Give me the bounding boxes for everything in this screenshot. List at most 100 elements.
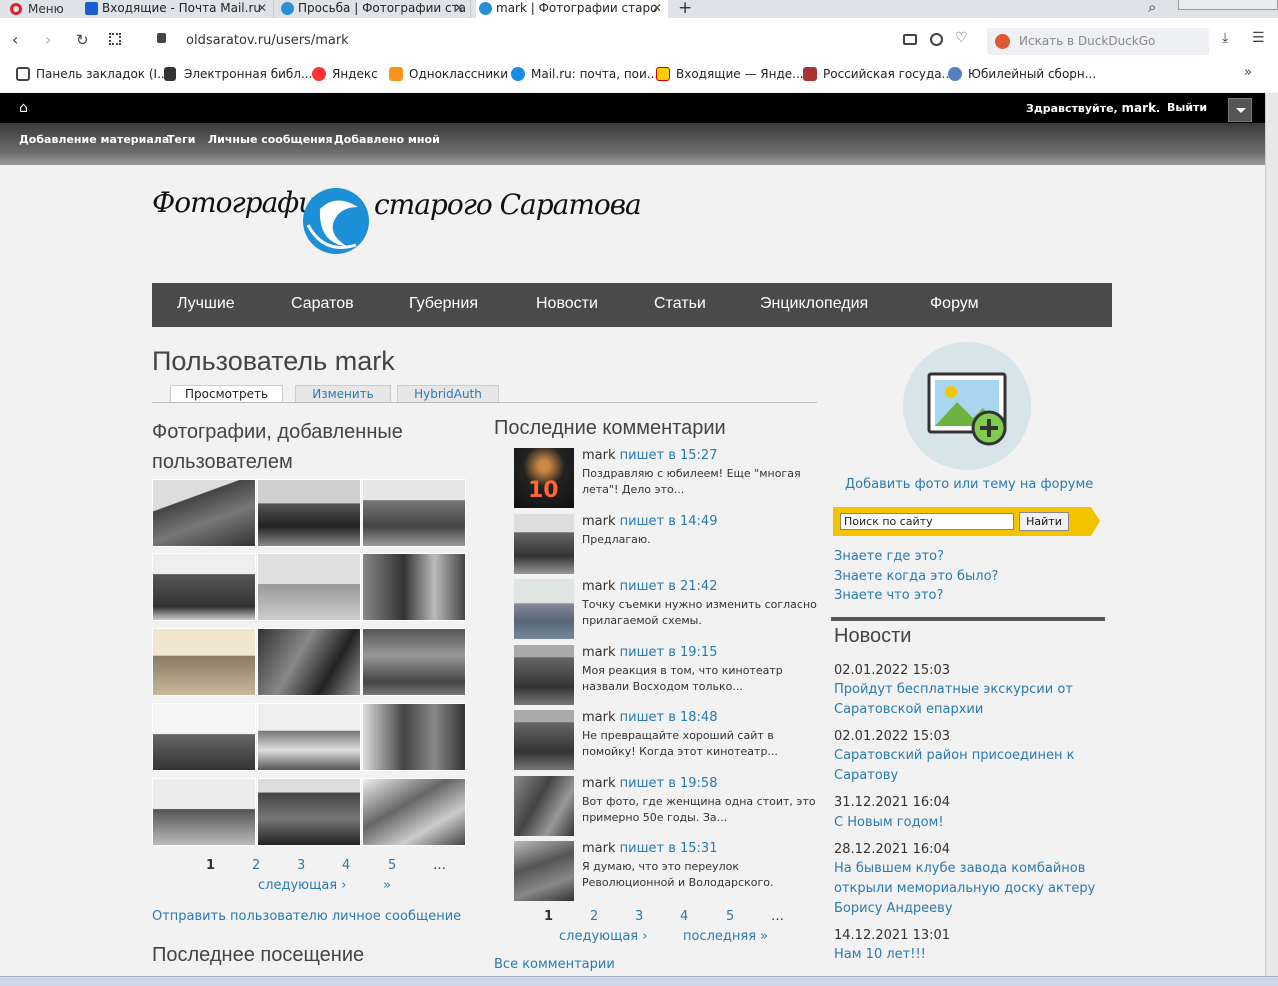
news-link[interactable]: Нам 10 лет!!! <box>834 945 1104 965</box>
photo-thumbnail[interactable] <box>362 479 466 547</box>
bookmark-item[interactable]: Mail.ru: почта, пои... <box>509 63 658 85</box>
search-tabs-icon[interactable]: ⌕ <box>1148 0 1156 16</box>
photo-thumbnail[interactable] <box>257 703 361 771</box>
nav-forum[interactable]: Форум <box>930 295 979 313</box>
add-photo-link[interactable]: Добавить фото или тему на форуме <box>845 477 1093 492</box>
subnav-added-by-me[interactable]: Добавлено мной <box>334 133 440 146</box>
photo-thumbnail[interactable] <box>152 703 256 771</box>
block-ads-icon[interactable] <box>930 33 943 46</box>
new-tab-button[interactable]: + <box>678 0 692 18</box>
reload-icon[interactable]: ↻ <box>76 31 89 49</box>
tab-hybridauth[interactable]: HybridAuth <box>397 385 499 403</box>
quiz-where-link[interactable]: Знаете где это? <box>834 549 944 564</box>
news-link[interactable]: На бывшем клубе завода комбайнов открыли… <box>834 859 1104 919</box>
photo-thumbnail[interactable] <box>362 778 466 846</box>
comment-author[interactable]: mark <box>582 448 616 463</box>
bookmark-item[interactable]: Юбилейный сборн... <box>946 63 1096 85</box>
nav-best[interactable]: Лучшие <box>177 295 235 313</box>
photo-thumbnail[interactable] <box>257 479 361 547</box>
close-tab-icon[interactable]: ✕ <box>257 0 267 17</box>
news-link[interactable]: Саратовский район присоединен к Саратову <box>834 746 1104 786</box>
comment-thumbnail[interactable] <box>514 645 574 705</box>
camera-icon[interactable] <box>903 34 917 45</box>
bookmark-item[interactable]: Российская госуда... <box>801 63 953 85</box>
back-icon[interactable]: ‹ <box>12 30 18 49</box>
comment-thumbnail[interactable] <box>514 776 574 836</box>
bookmark-item[interactable]: Панель закладок (I... <box>14 63 169 85</box>
comments-pager-page[interactable]: 3 <box>635 909 643 924</box>
photo-pager-next[interactable]: следующая › <box>258 878 346 893</box>
photo-thumbnail[interactable] <box>257 553 361 621</box>
comment-thumbnail[interactable]: 10 <box>514 448 574 508</box>
page-scrollbar[interactable] <box>1265 93 1278 976</box>
photo-pager-page[interactable]: 4 <box>342 858 350 873</box>
comments-pager-last[interactable]: последняя » <box>683 929 768 944</box>
toolbar-toggle[interactable] <box>1228 98 1252 122</box>
search-input[interactable]: Искать в DuckDuckGo <box>987 28 1209 55</box>
bookmark-item[interactable]: Яндекс <box>310 63 378 85</box>
tab-active-mark[interactable]: mark | Фотографии старо ✕ <box>476 0 668 18</box>
comment-link[interactable]: пишет <box>620 579 664 594</box>
comment-time[interactable]: в 19:58 <box>668 776 717 791</box>
subnav-messages[interactable]: Личные сообщения <box>208 133 333 146</box>
comments-pager-page[interactable]: 5 <box>726 909 734 924</box>
nav-saratov[interactable]: Саратов <box>291 295 354 313</box>
easy-setup-icon[interactable]: ☰ <box>1252 30 1265 46</box>
comment-thumbnail[interactable] <box>514 710 574 770</box>
bookmark-item[interactable]: Одноклассники <box>387 63 508 85</box>
comment-thumbnail[interactable] <box>514 841 574 901</box>
photo-thumbnail[interactable] <box>362 553 466 621</box>
photo-thumbnail[interactable] <box>152 778 256 846</box>
photo-pager-page[interactable]: 3 <box>297 858 305 873</box>
site-search-input[interactable]: Поиск по сайту <box>840 513 1014 530</box>
comment-time[interactable]: в 19:15 <box>668 645 717 660</box>
comment-link[interactable]: пишет <box>620 841 664 856</box>
tab-request[interactable]: Просьба | Фотографии ста ✕ <box>278 0 471 18</box>
news-link[interactable]: Пройдут бесплатные экскурсии от Саратовс… <box>834 680 1104 720</box>
greeting-username[interactable]: mark <box>1122 101 1157 115</box>
photo-thumbnail[interactable] <box>257 778 361 846</box>
site-search-button[interactable]: Найти <box>1019 512 1069 531</box>
tab-edit[interactable]: Изменить <box>295 385 391 403</box>
send-message-link[interactable]: Отправить пользователю личное сообщение <box>152 909 461 924</box>
comment-author[interactable]: mark <box>582 514 616 529</box>
photo-thumbnail[interactable] <box>257 628 361 696</box>
comment-author[interactable]: mark <box>582 710 616 725</box>
photo-thumbnail[interactable] <box>362 703 466 771</box>
add-photo-badge[interactable] <box>903 342 1031 470</box>
nav-news[interactable]: Новости <box>536 295 598 313</box>
photo-thumbnail[interactable] <box>152 479 256 547</box>
photo-pager-page[interactable]: 2 <box>252 858 260 873</box>
photo-pager-page[interactable]: 5 <box>388 858 396 873</box>
comment-author[interactable]: mark <box>582 776 616 791</box>
close-tab-icon[interactable]: ✕ <box>454 0 464 17</box>
forward-icon[interactable]: › <box>45 30 51 49</box>
comment-time[interactable]: в 15:31 <box>668 841 717 856</box>
comments-pager-next[interactable]: следующая › <box>559 929 647 944</box>
comment-time[interactable]: в 15:27 <box>668 448 717 463</box>
subnav-tags[interactable]: Теги <box>167 133 195 146</box>
comment-link[interactable]: пишет <box>620 645 664 660</box>
nav-province[interactable]: Губерния <box>409 295 478 313</box>
photo-thumbnail[interactable] <box>152 553 256 621</box>
comment-link[interactable]: пишет <box>620 776 664 791</box>
comment-author[interactable]: mark <box>582 645 616 660</box>
news-link[interactable]: С Новым годом! <box>834 813 1104 833</box>
comment-link[interactable]: пишет <box>620 710 664 725</box>
download-icon[interactable]: ⤓ <box>1222 30 1228 46</box>
tab-mail[interactable]: Входящие - Почта Mail.ru ✕ <box>82 0 274 18</box>
comment-time[interactable]: в 18:48 <box>668 710 717 725</box>
quiz-what-link[interactable]: Знаете что это? <box>834 588 943 603</box>
comment-link[interactable]: пишет <box>620 448 664 463</box>
nav-encyclopedia[interactable]: Энциклопедия <box>760 295 868 313</box>
subnav-add-content[interactable]: Добавление материала <box>19 133 169 146</box>
comment-link[interactable]: пишет <box>620 514 664 529</box>
photo-thumbnail[interactable] <box>362 628 466 696</box>
opera-menu-button[interactable]: Меню <box>8 1 80 17</box>
logout-link[interactable]: Выйти <box>1167 101 1207 114</box>
bookmark-item[interactable]: Входящие — Янде... <box>654 63 804 85</box>
comment-thumbnail[interactable] <box>514 579 574 639</box>
heart-icon[interactable]: ♡ <box>955 30 968 46</box>
site-logo[interactable]: Фотографии старого Саратова <box>150 180 642 260</box>
comment-time[interactable]: в 21:42 <box>668 579 717 594</box>
